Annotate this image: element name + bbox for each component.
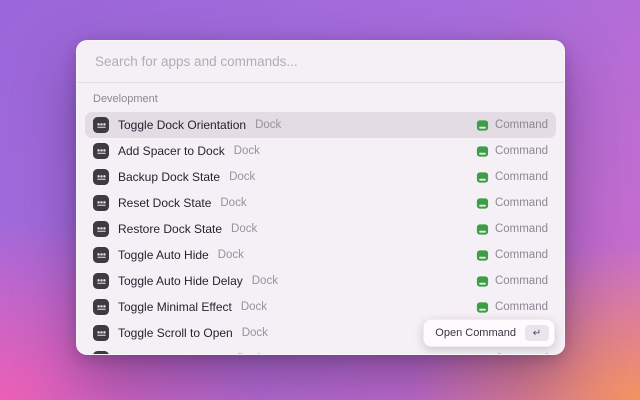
command-subtitle: Dock: [252, 275, 278, 287]
command-title: Toggle Minimal Effect: [118, 300, 232, 314]
list-item[interactable]: Add Spacer to Dock Dock Command: [85, 138, 556, 164]
results-area: Development Toggle Dock Orientation Dock: [77, 83, 564, 354]
list-item[interactable]: Toggle Show Hidden Dock Command: [85, 346, 556, 354]
list-item[interactable]: Toggle Auto Hide Dock Command: [85, 242, 556, 268]
dock-icon: [93, 351, 109, 354]
command-green-icon: [476, 353, 489, 355]
command-subtitle: Dock: [241, 301, 267, 313]
command-green-icon: [476, 197, 489, 210]
list-item[interactable]: Toggle Auto Hide Delay Dock Command: [85, 268, 556, 294]
list-item[interactable]: Backup Dock State Dock Command: [85, 164, 556, 190]
command-type-label: Command: [495, 145, 548, 157]
command-title: Toggle Show Hidden: [118, 352, 228, 354]
command-subtitle: Dock: [229, 171, 255, 183]
command-title: Add Spacer to Dock: [118, 144, 225, 158]
command-subtitle: Dock: [234, 145, 260, 157]
command-list: Toggle Dock Orientation Dock Command: [85, 112, 556, 354]
command-type-label: Command: [495, 119, 548, 131]
command-type-label: Command: [495, 353, 548, 354]
dock-icon: [93, 299, 109, 315]
search-bar: [77, 41, 564, 83]
command-green-icon: [476, 301, 489, 314]
section-header: Development: [85, 89, 556, 112]
dock-icon: [93, 169, 109, 185]
command-green-icon: [476, 171, 489, 184]
command-green-icon: [476, 145, 489, 158]
command-subtitle: Dock: [255, 119, 281, 131]
command-green-icon: [476, 119, 489, 132]
dock-icon: [93, 325, 109, 341]
command-subtitle: Dock: [237, 353, 263, 354]
dock-icon: [93, 273, 109, 289]
open-command-label: Open Command: [435, 327, 516, 339]
command-title: Toggle Auto Hide: [118, 248, 209, 262]
dock-icon: [93, 117, 109, 133]
command-title: Toggle Scroll to Open: [118, 326, 233, 340]
list-item[interactable]: Reset Dock State Dock Command: [85, 190, 556, 216]
command-type-label: Command: [495, 275, 548, 287]
dock-icon: [93, 195, 109, 211]
command-subtitle: Dock: [242, 327, 268, 339]
command-palette-window: Development Toggle Dock Orientation Dock: [76, 40, 565, 355]
command-subtitle: Dock: [218, 249, 244, 261]
command-green-icon: [476, 249, 489, 262]
command-type-label: Command: [495, 171, 548, 183]
command-type-label: Command: [495, 249, 548, 261]
desktop-background: Development Toggle Dock Orientation Dock: [0, 0, 640, 400]
return-key-icon: ↵: [525, 325, 549, 341]
search-input[interactable]: [93, 53, 548, 70]
dock-icon: [93, 221, 109, 237]
command-title: Reset Dock State: [118, 196, 211, 210]
command-title: Backup Dock State: [118, 170, 220, 184]
open-command-hint[interactable]: Open Command ↵: [423, 319, 555, 347]
command-type-label: Command: [495, 197, 548, 209]
command-subtitle: Dock: [231, 223, 257, 235]
command-type-label: Command: [495, 301, 548, 313]
command-title: Toggle Auto Hide Delay: [118, 274, 243, 288]
command-green-icon: [476, 223, 489, 236]
command-title: Restore Dock State: [118, 222, 222, 236]
list-item[interactable]: Toggle Dock Orientation Dock Command: [85, 112, 556, 138]
command-title: Toggle Dock Orientation: [118, 118, 246, 132]
command-subtitle: Dock: [220, 197, 246, 209]
list-item[interactable]: Toggle Minimal Effect Dock Command: [85, 294, 556, 320]
dock-icon: [93, 143, 109, 159]
command-green-icon: [476, 275, 489, 288]
list-item[interactable]: Restore Dock State Dock Command: [85, 216, 556, 242]
dock-icon: [93, 247, 109, 263]
command-type-label: Command: [495, 223, 548, 235]
